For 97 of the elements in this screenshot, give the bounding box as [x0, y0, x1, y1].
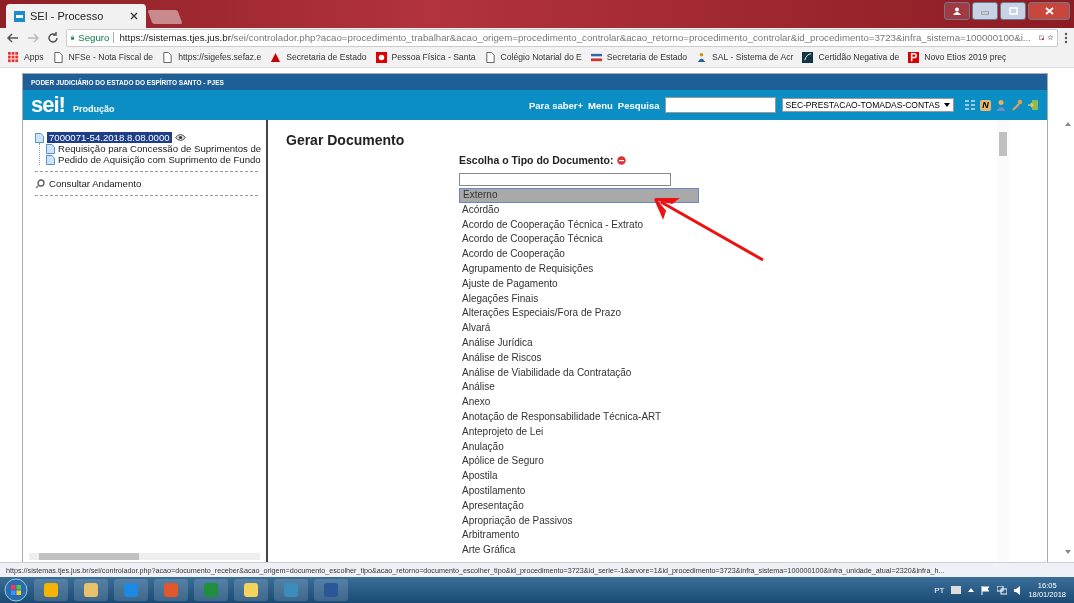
- maximize-icon: [1008, 7, 1018, 15]
- horizontal-scrollbar[interactable]: [29, 553, 260, 560]
- document-type-option[interactable]: Agrupamento de Requisições: [459, 262, 699, 277]
- close-icon[interactable]: [130, 12, 138, 20]
- bookmark-link[interactable]: Colégio Notarial do E: [500, 52, 582, 62]
- bookmark-logo-icon: [375, 51, 387, 63]
- network-icon[interactable]: [997, 585, 1008, 595]
- user-button[interactable]: [944, 2, 970, 20]
- page-icon: [162, 51, 174, 63]
- header-link[interactable]: Para saber+: [528, 99, 584, 111]
- flag-icon: [590, 51, 602, 63]
- document-link[interactable]: Pedido de Aquisição com Suprimento de Fundo: [58, 154, 261, 165]
- document-type-option[interactable]: Anulação: [459, 439, 699, 455]
- bookmark-link[interactable]: Novo Etios 2019 preç: [924, 52, 1007, 62]
- bookmark-link[interactable]: NFSe - Nota Fiscal de: [68, 52, 154, 62]
- process-number[interactable]: 7000071-54.2018.8.08.0000: [47, 132, 172, 143]
- triangle-icon: [270, 51, 282, 63]
- secure-label: Seguro: [78, 32, 110, 43]
- vertical-scrollbar[interactable]: [997, 120, 1009, 562]
- document-type-option[interactable]: Ajuste de Pagamento: [459, 276, 699, 292]
- maximize-button[interactable]: [1000, 2, 1026, 20]
- remove-icon[interactable]: [617, 155, 627, 165]
- back-icon[interactable]: [6, 30, 20, 45]
- environment-label: Produção: [72, 104, 116, 114]
- bookmark-link[interactable]: https://sigefes.sefaz.e: [178, 52, 262, 62]
- action-link[interactable]: Consultar Andamento: [49, 178, 142, 189]
- page-icon: [52, 51, 64, 63]
- document-type-option[interactable]: Alegações Finais: [459, 291, 699, 307]
- document-type-option[interactable]: Alvará: [459, 321, 699, 336]
- menu-icon[interactable]: [1064, 31, 1068, 44]
- document-type-option[interactable]: Apostila: [459, 469, 699, 484]
- flag-icon[interactable]: [981, 585, 991, 595]
- eye-icon[interactable]: [174, 134, 186, 141]
- site-favicon: [14, 10, 25, 22]
- keyboard-icon[interactable]: [951, 586, 962, 594]
- prompt-label: Escolha o Tipo do Documento:: [459, 154, 614, 166]
- list-icon[interactable]: [964, 99, 976, 111]
- bookmark-link[interactable]: Apps: [24, 52, 44, 62]
- document-type-option[interactable]: Externo: [459, 188, 699, 203]
- page-title: Gerar Documento: [286, 132, 406, 148]
- filter-field[interactable]: [459, 173, 671, 186]
- document-type-option[interactable]: Análise de Riscos: [459, 350, 699, 366]
- minimize-button[interactable]: [972, 2, 998, 20]
- p-logo-icon: [908, 51, 920, 63]
- header-link[interactable]: Pesquisa: [617, 99, 660, 111]
- document-type-option[interactable]: Anteprojeto de Lei: [459, 424, 699, 440]
- address-field[interactable]: [66, 28, 1058, 47]
- bookmark-link[interactable]: Certidão Negativa de: [818, 52, 900, 62]
- caret-icon: [944, 103, 950, 107]
- magnifier-icon: [35, 178, 45, 189]
- page-icon: [484, 51, 496, 63]
- sei-logo[interactable]: sei!: [31, 92, 65, 118]
- document-type-option[interactable]: Apólice de Seguro: [459, 454, 699, 470]
- person-icon: [696, 51, 708, 63]
- bookmark-link[interactable]: Pessoa Física - Santa: [391, 52, 476, 62]
- user-icon[interactable]: [995, 99, 1007, 111]
- document-type-option[interactable]: Apresentação: [459, 498, 699, 514]
- bookmark-link[interactable]: SAL - Sistema de Acr: [712, 52, 794, 62]
- document-type-option[interactable]: Análise de Viabilidade da Contratação: [459, 365, 699, 381]
- person-icon: [953, 7, 961, 15]
- star-icon[interactable]: [1047, 32, 1053, 43]
- document-type-option[interactable]: Análise: [459, 380, 699, 396]
- language-indicator[interactable]: PT: [934, 585, 945, 595]
- start-button[interactable]: [4, 578, 28, 602]
- document-type-option[interactable]: Arte Gráfica: [459, 543, 699, 558]
- document-type-option[interactable]: Arbitramento: [459, 528, 699, 544]
- new-tab-button[interactable]: [147, 10, 183, 24]
- lock-icon: [71, 33, 75, 42]
- document-type-option[interactable]: Anotação de Responsabilidade Técnica-ART: [459, 409, 699, 425]
- square-icon: [802, 51, 814, 63]
- document-type-option[interactable]: Análise Jurídica: [459, 335, 699, 351]
- document-type-option[interactable]: Apostilamento: [459, 483, 699, 499]
- document-type-option[interactable]: Acordo de Cooperação Técnica - Extrato: [459, 217, 699, 233]
- close-icon: [1044, 7, 1054, 15]
- unit-dropdown[interactable]: SEC-PRESTACAO-TOMADAS-CONTAS: [781, 98, 954, 112]
- search-field[interactable]: [664, 97, 776, 113]
- document-type-option[interactable]: Acordo de Cooperação Técnica: [459, 232, 699, 248]
- document-type-option[interactable]: Anexo: [459, 395, 699, 410]
- process-icon: [35, 132, 44, 143]
- notes-badge[interactable]: N: [980, 99, 991, 111]
- close-button[interactable]: [1028, 2, 1070, 20]
- document-type-option[interactable]: Alterações Especiais/Fora de Prazo: [459, 306, 699, 322]
- document-link[interactable]: Requisição para Concessão de Suprimentos de: [58, 143, 262, 154]
- browser-tab[interactable]: SEI - Processo: [6, 4, 146, 28]
- document-type-option[interactable]: Acórdão: [459, 202, 699, 218]
- apps-grid-icon: [8, 51, 19, 63]
- header-link[interactable]: Menu: [588, 99, 613, 111]
- reload-icon[interactable]: [46, 30, 60, 45]
- bookmark-link[interactable]: Secretaria de Estado: [286, 52, 367, 62]
- document-type-option[interactable]: Acordo de Cooperação: [459, 247, 699, 262]
- exit-icon[interactable]: [1027, 99, 1039, 111]
- url-text: https://sistemas.tjes.jus.br/sei/controlador.php?acao=procedimento_trabalhar&acao_origem=procedimento_controlar&acao_retorno=procedimento_controlar&id_procedimento=3723&infra_sistema=100000100&i...: [113, 32, 1031, 43]
- popup-blocked-icon[interactable]: [1038, 32, 1044, 43]
- bookmark-link[interactable]: Secretaria de Estado: [606, 52, 688, 62]
- caret-icon[interactable]: [968, 588, 975, 592]
- speaker-icon[interactable]: [1014, 585, 1022, 595]
- document-type-option[interactable]: Apropriação de Passivos: [459, 513, 699, 529]
